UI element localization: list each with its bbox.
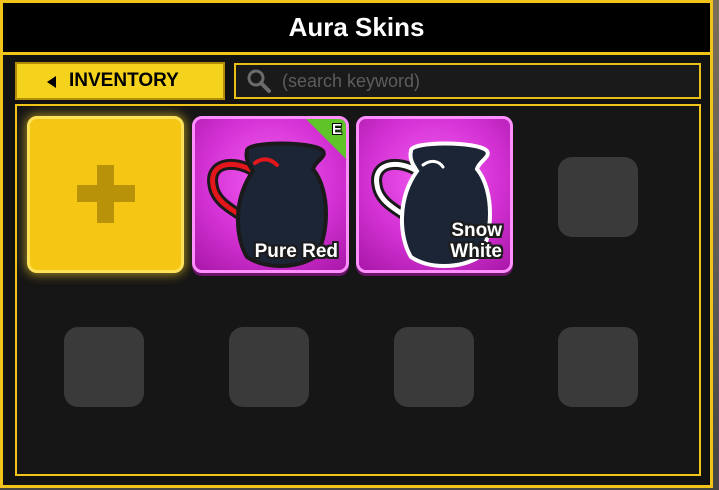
empty-slot[interactable] <box>558 327 638 407</box>
empty-slot[interactable] <box>394 327 474 407</box>
back-arrow-icon <box>47 76 56 88</box>
empty-slot[interactable] <box>558 157 638 237</box>
empty-slot[interactable] <box>64 327 144 407</box>
search-input[interactable] <box>280 66 699 96</box>
add-skin-slot[interactable] <box>27 116 184 273</box>
empty-slot[interactable] <box>229 327 309 407</box>
plus-icon-bar <box>77 185 135 202</box>
window-title: Aura Skins <box>288 12 425 42</box>
skin-name: Snow White <box>450 220 502 262</box>
title-bar: Aura Skins <box>3 3 710 55</box>
skins-grid: E Pure Red Snow White <box>15 104 701 476</box>
inventory-label: INVENTORY <box>69 70 179 91</box>
skin-name: Pure Red <box>254 241 338 262</box>
inventory-back-button[interactable]: INVENTORY <box>15 62 225 100</box>
search-icon <box>246 68 272 94</box>
skin-card-snow-white[interactable]: Snow White <box>356 116 513 273</box>
equipped-badge-label: E <box>331 121 342 138</box>
search-bar[interactable] <box>234 63 701 99</box>
skin-card-pure-red[interactable]: E Pure Red <box>192 116 349 273</box>
